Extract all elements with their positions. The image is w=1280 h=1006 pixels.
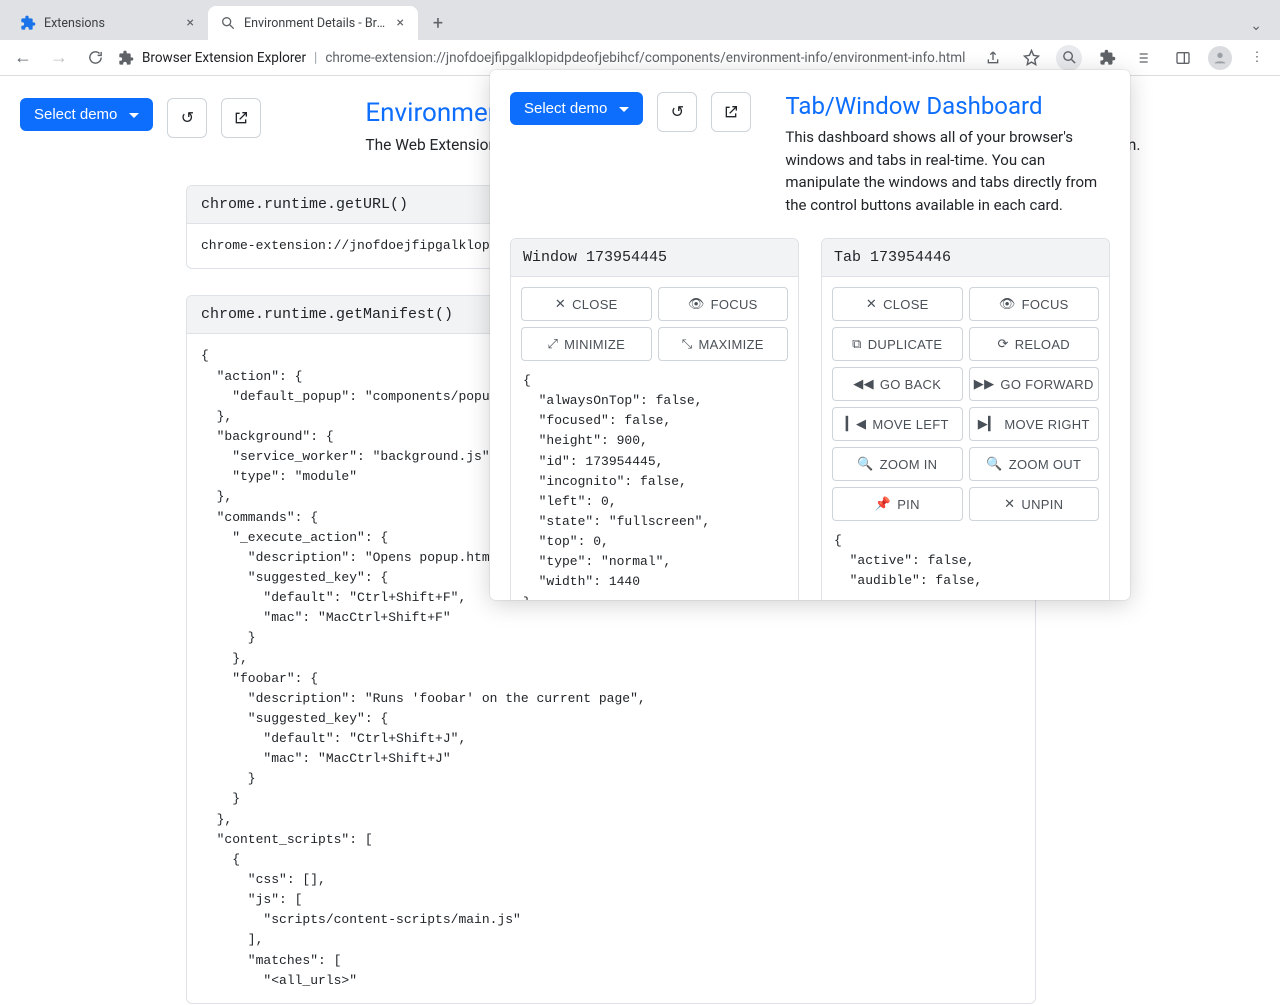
tab-card-header: Tab 173954446 [822, 239, 1109, 277]
browser-tab[interactable]: Environment Details - Browser × [208, 6, 418, 40]
eye-icon: 👁 [999, 296, 1016, 312]
open-external-button[interactable] [711, 92, 751, 132]
address-path: chrome-extension://jnofdoejfipgalklopidp… [325, 50, 965, 66]
window-json: { "alwaysOnTop": false, "focused": false… [511, 371, 798, 600]
zoom-in-icon: 🔍 [857, 456, 874, 472]
popup-description: This dashboard shows all of your browser… [785, 126, 1110, 216]
browser-tab[interactable]: Extensions × [8, 6, 208, 40]
extension-icon [118, 50, 134, 66]
forward-button[interactable]: → [46, 45, 72, 71]
window-focus-button[interactable]: 👁FOCUS [658, 287, 789, 321]
tab-zoomout-button[interactable]: 🔍ZOOM OUT [969, 447, 1100, 481]
close-icon[interactable]: × [185, 14, 196, 32]
tab-card: Tab 173954446 ✕CLOSE 👁FOCUS ⧉DUPLICATE ⟳… [821, 238, 1110, 600]
select-demo-button[interactable]: Select demo [20, 98, 153, 131]
tab-pin-button[interactable]: 📌PIN [832, 487, 963, 521]
eye-icon: 👁 [688, 296, 705, 312]
external-link-icon [233, 110, 249, 126]
select-demo-button[interactable]: Select demo [510, 92, 643, 125]
window-maximize-button[interactable]: ⤡MAXIMIZE [658, 327, 789, 361]
search-icon [220, 15, 236, 31]
extensions-icon[interactable] [1094, 45, 1120, 71]
duplicate-icon: ⧉ [852, 336, 862, 352]
browser-chrome: Extensions × Environment Details - Brows… [0, 0, 1280, 76]
close-icon[interactable]: × [395, 14, 406, 32]
tab-title: Environment Details - Browser [244, 16, 387, 31]
fastforward-icon: ▶▶ [974, 376, 995, 392]
reset-button[interactable]: ↺ [167, 98, 207, 138]
star-icon[interactable] [1018, 45, 1044, 71]
tab-duplicate-button[interactable]: ⧉DUPLICATE [832, 327, 963, 361]
tab-unpin-button[interactable]: ✕UNPIN [969, 487, 1100, 521]
skip-right-icon: ▶▎ [978, 416, 999, 432]
maximize-icon: ⤡ [682, 336, 693, 352]
tab-zoomin-button[interactable]: 🔍ZOOM IN [832, 447, 963, 481]
reset-button[interactable]: ↺ [657, 92, 697, 132]
pin-icon: 📌 [875, 496, 892, 512]
unpin-icon: ✕ [1004, 496, 1015, 512]
tab-goforward-button[interactable]: ▶▶GO FORWARD [969, 367, 1100, 401]
extension-popup: Select demo ↺ Tab/Window Dashboard This … [490, 70, 1130, 600]
minimize-icon: ⤢ [547, 336, 558, 352]
chevron-down-icon[interactable]: ⌄ [1240, 18, 1272, 40]
open-external-button[interactable] [221, 98, 261, 138]
window-card: Window 173954445 ✕CLOSE 👁FOCUS ⤢MINIMIZE… [510, 238, 799, 600]
tab-focus-button[interactable]: 👁FOCUS [969, 287, 1100, 321]
tab-moveleft-button[interactable]: ▎◀MOVE LEFT [832, 407, 963, 441]
tab-strip: Extensions × Environment Details - Brows… [0, 0, 1280, 40]
tab-title: Extensions [44, 16, 177, 31]
tab-close-button[interactable]: ✕CLOSE [832, 287, 963, 321]
window-card-header: Window 173954445 [511, 239, 798, 277]
zoom-icon[interactable] [1056, 45, 1082, 71]
rewind-icon: ◀◀ [853, 376, 874, 392]
panel-icon[interactable] [1170, 45, 1196, 71]
undo-icon: ↺ [671, 102, 684, 122]
tab-goback-button[interactable]: ◀◀GO BACK [832, 367, 963, 401]
reload-button[interactable] [82, 45, 108, 71]
popup-title: Tab/Window Dashboard [785, 92, 1110, 120]
new-tab-button[interactable]: + [424, 9, 452, 37]
close-icon: ✕ [555, 296, 566, 312]
close-icon: ✕ [866, 296, 877, 312]
puzzle-icon [20, 15, 36, 31]
external-link-icon [723, 104, 739, 120]
profile-avatar[interactable] [1208, 46, 1232, 70]
tab-reload-button[interactable]: ⟳RELOAD [969, 327, 1100, 361]
zoom-out-icon: 🔍 [986, 456, 1003, 472]
reading-list-icon[interactable] [1132, 45, 1158, 71]
window-minimize-button[interactable]: ⤢MINIMIZE [521, 327, 652, 361]
tab-json: { "active": false, "audible": false, [822, 531, 1109, 600]
tab-moveright-button: ▶▎MOVE RIGHT [969, 407, 1100, 441]
address-bar[interactable]: Browser Extension Explorer | chrome-exte… [118, 50, 970, 66]
skip-left-icon: ▎◀ [846, 416, 867, 432]
kebab-menu-icon[interactable]: ⋮ [1244, 45, 1270, 71]
address-host: Browser Extension Explorer [142, 50, 306, 66]
undo-icon: ↺ [181, 108, 194, 128]
reload-icon: ⟳ [998, 336, 1009, 352]
share-icon[interactable] [980, 45, 1006, 71]
window-close-button[interactable]: ✕CLOSE [521, 287, 652, 321]
back-button[interactable]: ← [10, 45, 36, 71]
